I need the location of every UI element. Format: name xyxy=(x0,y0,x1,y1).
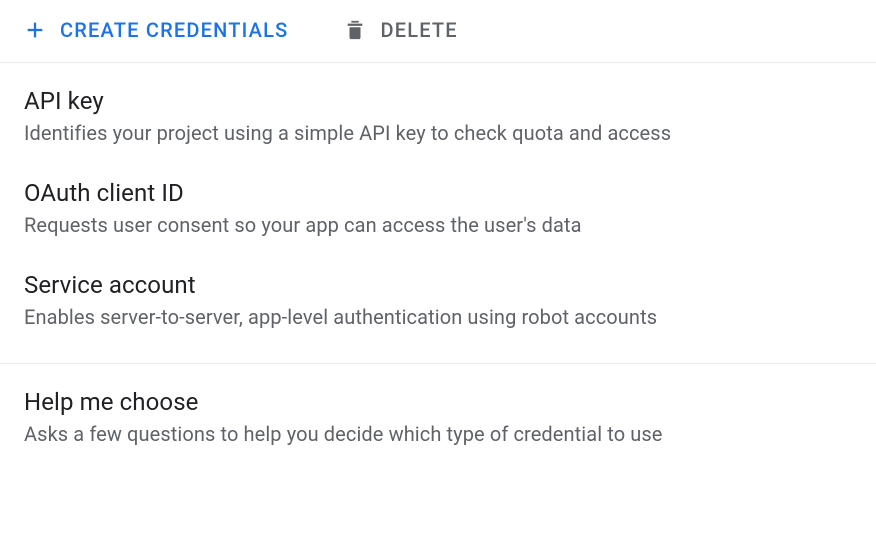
menu-item-service-account[interactable]: Service account Enables server-to-server… xyxy=(0,247,876,339)
menu-item-desc: Asks a few questions to help you decide … xyxy=(24,420,852,448)
menu-item-api-key[interactable]: API key Identifies your project using a … xyxy=(0,63,876,155)
menu-item-desc: Requests user consent so your app can ac… xyxy=(24,211,852,239)
create-credentials-label: CREATE CREDENTIALS xyxy=(60,18,288,42)
menu-item-help-me-choose[interactable]: Help me choose Asks a few questions to h… xyxy=(0,364,876,456)
delete-label: DELETE xyxy=(380,18,457,42)
toolbar: CREATE CREDENTIALS DELETE xyxy=(0,0,876,63)
menu-item-title: Help me choose xyxy=(24,388,852,416)
credentials-menu: API key Identifies your project using a … xyxy=(0,63,876,456)
menu-item-title: OAuth client ID xyxy=(24,179,852,207)
menu-item-title: Service account xyxy=(24,271,852,299)
menu-item-desc: Enables server-to-server, app-level auth… xyxy=(24,303,852,331)
menu-item-oauth-client-id[interactable]: OAuth client ID Requests user consent so… xyxy=(0,155,876,247)
delete-button[interactable]: DELETE xyxy=(344,18,457,42)
create-credentials-button[interactable]: CREATE CREDENTIALS xyxy=(24,18,288,42)
menu-item-title: API key xyxy=(24,87,852,115)
trash-icon xyxy=(344,18,366,42)
menu-item-desc: Identifies your project using a simple A… xyxy=(24,119,852,147)
plus-icon xyxy=(24,19,46,41)
